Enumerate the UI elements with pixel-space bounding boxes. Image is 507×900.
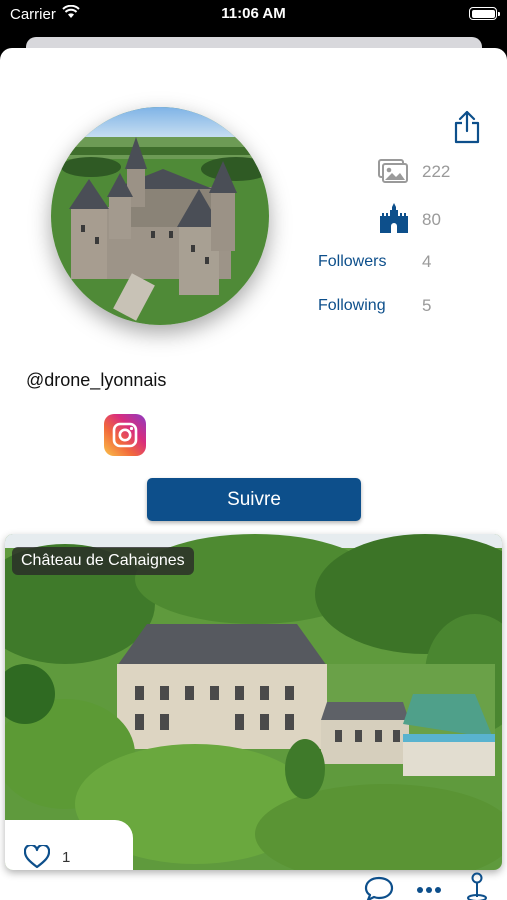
follow-button[interactable]: Suivre [147, 478, 361, 521]
castle-icon [380, 203, 408, 233]
post-title: Château de Cahaignes [12, 547, 194, 575]
clock: 11:06 AM [221, 5, 286, 22]
comment-icon[interactable] [364, 876, 394, 900]
photos-count: 222 [422, 162, 451, 181]
followers-link[interactable]: Followers [318, 253, 386, 271]
heart-icon[interactable] [24, 845, 50, 869]
following-link[interactable]: Following [318, 297, 386, 315]
status-bar: Carrier 11:06 AM [0, 0, 507, 30]
profile-sheet: 222 80 Followers 4 Following 5 @drone_ly… [0, 48, 507, 900]
avatar[interactable] [51, 107, 269, 325]
more-icon[interactable] [416, 886, 442, 894]
instagram-icon[interactable] [104, 414, 146, 456]
avatar-castle-image [51, 107, 269, 325]
post-card[interactable]: Château de Cahaignes [5, 534, 502, 870]
like-count: 1 [62, 849, 71, 866]
map-pin-icon[interactable] [466, 872, 488, 900]
username: @drone_lyonnais [26, 370, 167, 390]
followers-count: 4 [422, 252, 432, 271]
photos-icon [378, 159, 408, 183]
castles-count: 80 [422, 210, 441, 229]
following-count: 5 [422, 296, 432, 315]
battery-icon [469, 7, 500, 20]
share-icon[interactable] [452, 110, 482, 144]
